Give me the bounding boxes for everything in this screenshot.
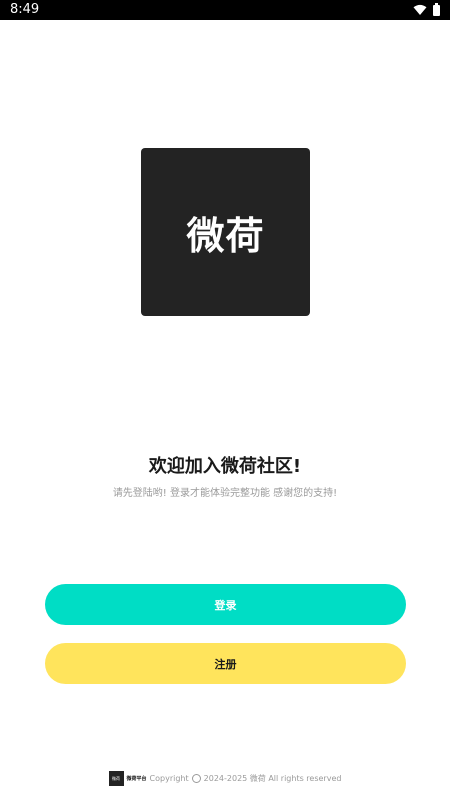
footer-copyright: Copyright 2024-2025 微荷 All rights reserv… — [149, 773, 342, 784]
copyright-label: Copyright — [149, 773, 189, 783]
copyright-icon — [191, 773, 201, 783]
footer-brand: 微荷平台 — [126, 775, 147, 782]
footer-logo: 微荷 — [108, 770, 124, 786]
logo-text: 微荷 — [186, 213, 265, 258]
copyright-text: 2024-2025 微荷 All rights reserved — [203, 773, 342, 783]
login-button[interactable]: 登录 — [45, 584, 406, 625]
footer: 微荷 微荷平台 Copyright 2024-2025 微荷 All right… — [0, 768, 450, 788]
battery-icon — [433, 1, 440, 20]
status-icons — [413, 1, 440, 20]
status-time: 8:49 — [10, 2, 40, 17]
wifi-icon — [413, 1, 427, 20]
register-button[interactable]: 注册 — [45, 643, 406, 684]
welcome-title: 欢迎加入微荷社区! — [148, 456, 302, 477]
welcome-subtitle: 请先登陆哟! 登录才能体验完整功能 感谢您的支持! — [112, 488, 338, 499]
status-bar: 8:49 — [0, 0, 450, 20]
app-logo: 微荷 — [141, 148, 310, 316]
